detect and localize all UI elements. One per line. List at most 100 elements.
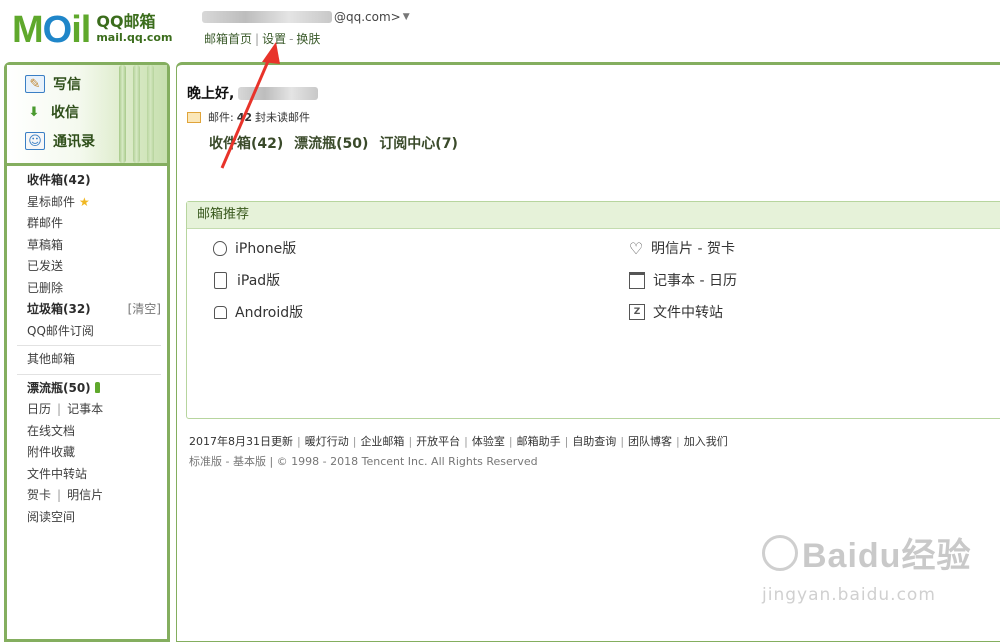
reading-label: 阅读空间 [27,509,76,524]
baidu-watermark: Baidu经验 jingyan.baidu.com [762,528,982,628]
other-mailboxes[interactable]: 其他邮箱 [7,349,167,371]
contacts-icon: ☺ [25,132,45,150]
postcard-link[interactable]: 明信片 [67,488,103,502]
attachments-label: 附件收藏 [27,445,76,459]
account-suffix: @qq.com> [334,10,401,24]
contacts-label: 通讯录 [53,134,95,150]
transfer-label: 文件中转站 [27,466,88,481]
watermark-url: jingyan.baidu.com [762,585,936,605]
file-transfer-station-link[interactable]: Z 文件中转站 [627,302,723,322]
logo-title: QQ邮箱 [96,12,156,31]
drift-bottle-link[interactable]: 漂流瓶(50) [7,378,167,400]
folder-label: QQ邮件订阅 [27,323,94,338]
online-docs-link[interactable]: 在线文档 [7,421,167,443]
notebook-calendar-link[interactable]: 记事本 - 日历 [627,270,737,290]
ipad-label: iPad版 [237,273,281,289]
quick-subscription-link[interactable]: 订阅中心(7) [379,136,458,152]
redacted-account [202,11,332,23]
attachments-link[interactable]: 附件收藏 [7,442,167,464]
recommend-panel: 邮箱推荐 iPhone版 iPad版 Android版 ♡ 明信片 - 贺卡 记… [186,201,1000,419]
other-mail-label: 其他邮箱 [27,352,76,366]
recommend-title: 邮箱推荐 [187,202,1000,229]
star-icon: ★ [79,194,90,209]
ipad-link[interactable]: iPad版 [211,270,280,290]
folder-group[interactable]: 群邮件 [7,213,167,235]
folder-label: 收件箱(42) [27,173,91,187]
calendar-icon [629,271,645,289]
postcard-label: 明信片 - 贺卡 [651,241,735,257]
postcard-greeting-link[interactable]: ♡ 明信片 - 贺卡 [627,238,735,258]
footer-link[interactable]: 体验室 [472,435,505,448]
empty-spam-link[interactable]: [清空] [128,299,161,321]
folder-label: 群邮件 [27,216,64,230]
watermark-brand: Baidu经验 [762,528,982,577]
calendar-notebook-row: 日历 | 记事本 [27,402,104,416]
watermark-brand-text: Baidu经验 [802,537,972,575]
folder-deleted[interactable]: 已删除 [7,278,167,300]
footer-link[interactable]: 邮箱助手 [517,435,561,448]
android-link[interactable]: Android版 [211,302,303,322]
folder-drafts[interactable]: 草稿箱 [7,235,167,257]
file-transfer-link[interactable]: 文件中转站 [7,464,167,486]
quick-actions: ✎ 写信 ⬇ 收信 ☺ 通讯录 [7,65,167,166]
pencil-icon: ✎ [25,75,45,93]
receive-button[interactable]: ⬇ 收信 [25,102,79,122]
mailbox-home-link[interactable]: 邮箱首页 [204,32,252,46]
footer-link[interactable]: 加入我们 [684,435,728,448]
account-menu[interactable]: @qq.com> ▼ [202,10,410,24]
transfer-label: 文件中转站 [653,305,723,321]
compose-label: 写信 [53,77,81,93]
footer-link[interactable]: 团队博客 [628,435,672,448]
contacts-button[interactable]: ☺ 通讯录 [25,131,95,151]
folder-sent[interactable]: 已发送 [7,256,167,278]
cards-postcard-row: 贺卡 | 明信片 [27,488,104,502]
settings-link[interactable]: 设置 [262,32,286,46]
greeting-card-link[interactable]: 贺卡 [27,488,51,502]
file-transfer-icon: Z [629,304,645,320]
bottle-icon [94,381,100,393]
android-label: Android版 [235,305,304,321]
unread-summary[interactable]: 邮件: 42 封未读邮件 [187,109,310,125]
bottle-label: 漂流瓶(50) [27,380,91,395]
unread-prefix: 邮件: [208,111,234,124]
quick-links: 收件箱(42) 漂流瓶(50) 订阅中心(7) [209,133,464,153]
notebook-label: 记事本 - 日历 [653,273,737,289]
folder-subscription[interactable]: QQ邮件订阅 [7,321,167,343]
sidebar: ✎ 写信 ⬇ 收信 ☺ 通讯录 收件箱(42) 星标邮件 ★ 群邮件 草稿箱 已发… [4,62,170,642]
quick-bottle-link[interactable]: 漂流瓶(50) [294,136,368,152]
iphone-link[interactable]: iPhone版 [211,238,296,258]
greeting: 晚上好, [187,83,320,103]
docs-label: 在线文档 [27,423,76,438]
calendar-link[interactable]: 日历 [27,402,51,416]
logo-text: QQ邮箱 mail.qq.com [96,14,172,46]
folder-label: 草稿箱 [27,237,64,252]
folder-starred[interactable]: 星标邮件 ★ [7,192,167,214]
receive-label: 收信 [51,105,79,121]
folder-spam[interactable]: 垃圾箱(32) [清空] [7,299,167,321]
qq-mail-logo[interactable]: MOil QQ邮箱 mail.qq.com [12,10,172,50]
envelope-icon [187,111,201,123]
footer-links: 2017年8月31日更新 | 暖灯行动 | 企业邮箱 | 开放平台 | 体验室 | 邮箱助手 | 自助查… [189,435,728,448]
folder-label: 垃圾箱(32) [27,302,91,316]
compose-button[interactable]: ✎ 写信 [25,74,81,94]
reading-space-link[interactable]: 阅读空间 [7,507,167,529]
footer-link[interactable]: 开放平台 [416,435,460,448]
footer-link[interactable]: 暖灯行动 [305,435,349,448]
folder-inbox[interactable]: 收件箱(42) [7,170,167,192]
footer-update[interactable]: 2017年8月31日更新 [189,435,293,448]
footer-copyright: 标准版 - 基本版 | © 1998 - 2018 Tencent Inc. A… [189,455,538,468]
paw-icon [762,535,798,571]
skin-link[interactable]: 换肤 [296,32,320,46]
divider [17,345,161,346]
chevron-down-icon[interactable]: ▼ [403,12,410,22]
footer-link[interactable]: 企业邮箱 [360,435,404,448]
quick-inbox-link[interactable]: 收件箱(42) [209,136,283,152]
folder-list: 收件箱(42) 星标邮件 ★ 群邮件 草稿箱 已发送 已删除 垃圾箱(32) [清空… [7,166,167,528]
folder-label: 星标邮件 [27,194,76,209]
divider [17,373,161,375]
android-icon [211,303,229,321]
footer-link[interactable]: 自助查询 [572,435,616,448]
notebook-link[interactable]: 记事本 [67,402,103,416]
bamboo-decoration [115,65,161,163]
download-icon: ⬇ [28,104,40,120]
